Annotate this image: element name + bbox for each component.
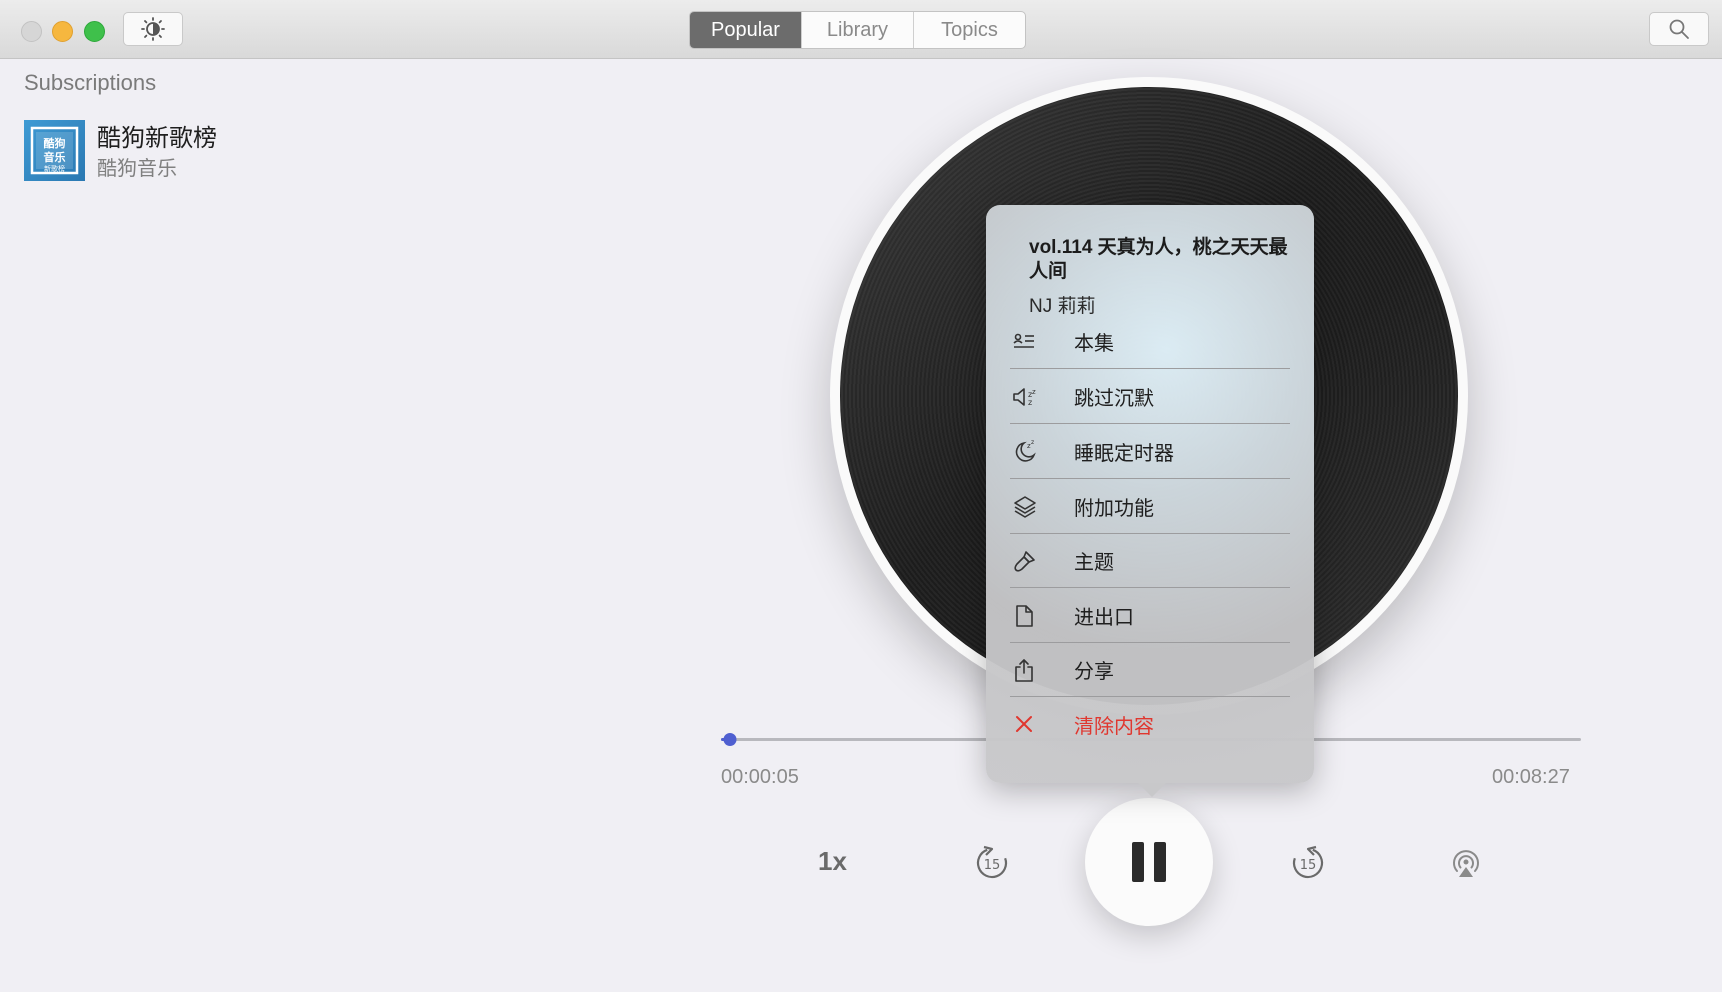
tab-library[interactable]: Library [802, 12, 914, 48]
title-bar: Popular Library Topics [0, 0, 1722, 59]
svg-text:音乐: 音乐 [44, 150, 66, 164]
progress-thumb[interactable] [723, 733, 736, 746]
skip-silence-icon: z zz [1013, 388, 1036, 407]
sun-moon-icon [141, 17, 165, 41]
skip-back-15-icon: 15 [976, 845, 1008, 879]
menu-item-extras[interactable]: 附加功能 [1010, 480, 1290, 534]
theme-toggle-button[interactable] [123, 12, 183, 46]
zoom-window-button[interactable] [84, 21, 105, 42]
tab-topics[interactable]: Topics [914, 12, 1025, 48]
document-icon [1016, 604, 1033, 627]
close-window-button[interactable] [21, 21, 42, 42]
close-icon [1016, 716, 1032, 732]
minimize-window-button[interactable] [52, 21, 73, 42]
skip-back-button[interactable]: 15 [972, 843, 1012, 883]
playback-rate-button[interactable]: 1x [818, 846, 847, 877]
pause-button[interactable] [1085, 798, 1213, 926]
menu-item-share[interactable]: 分享 [1010, 643, 1290, 697]
pause-icon [1132, 842, 1144, 882]
menu-item-sleep-timer[interactable]: zz 睡眠定时器 [1010, 425, 1290, 479]
episode-menu-popover: vol.114 天真为人，桃之天天最人间 NJ 莉莉 本集 zzz 跳过沉默 z… [986, 205, 1314, 797]
layers-icon [1014, 495, 1036, 518]
menu-item-skip-silence[interactable]: zzz 跳过沉默 [1010, 370, 1290, 424]
svg-text:z: z [1032, 388, 1036, 396]
share-icon [1015, 658, 1033, 682]
elapsed-time: 00:00:05 [721, 766, 799, 788]
sleep-timer-icon: zz [1015, 439, 1036, 462]
menu-item-episode[interactable]: 本集 [1010, 315, 1290, 369]
subscriptions-heading: Subscriptions [24, 70, 157, 95]
menu-item-clear-content[interactable]: 清除内容 [1010, 697, 1290, 751]
skip-forward-button[interactable]: 15 [1288, 843, 1328, 883]
svg-text:15: 15 [1300, 858, 1317, 873]
episode-info-icon [1013, 333, 1034, 348]
podcast-author: 酷狗音乐 [97, 158, 177, 180]
menu-item-import-export[interactable]: 进出口 [1010, 589, 1290, 643]
svg-text:酷狗: 酷狗 [44, 136, 66, 150]
skip-forward-15-icon: 15 [1292, 845, 1324, 879]
podcast-title[interactable]: 酷狗新歌榜 [97, 118, 217, 153]
total-time: 00:08:27 [1492, 766, 1570, 788]
tab-popular[interactable]: Popular [690, 12, 802, 48]
airplay-icon [1453, 850, 1479, 877]
brush-icon [1014, 550, 1035, 572]
search-button[interactable] [1649, 12, 1709, 46]
svg-text:新歌榜: 新歌榜 [44, 164, 65, 173]
airplay-button[interactable] [1446, 843, 1486, 883]
svg-text:z: z [1028, 398, 1032, 407]
menu-item-theme[interactable]: 主题 [1010, 534, 1290, 588]
svg-text:15: 15 [984, 858, 1001, 873]
svg-text:z: z [1031, 439, 1034, 446]
episode-author: NJ 莉莉 [1029, 296, 1096, 317]
search-icon [1669, 19, 1689, 39]
podcast-artwork[interactable]: 酷狗 音乐 新歌榜 [24, 120, 85, 181]
episode-title: vol.114 天真为人，桃之天天最人间 [1029, 237, 1288, 282]
section-tabs: Popular Library Topics [689, 11, 1026, 49]
